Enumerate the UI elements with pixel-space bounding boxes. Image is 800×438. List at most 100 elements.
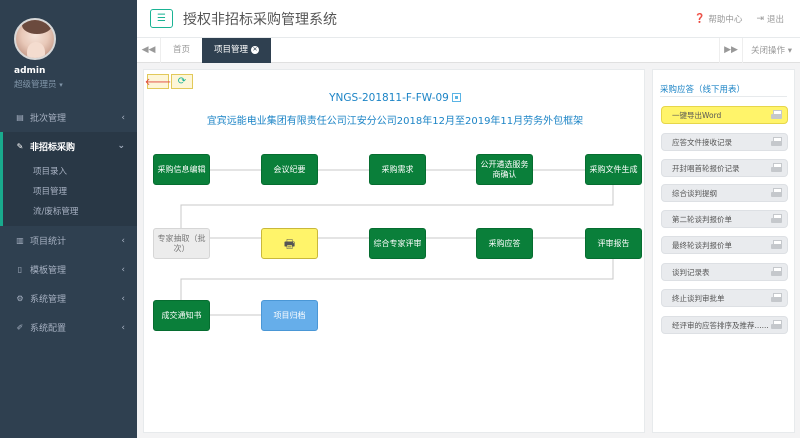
flow-node-expert-review[interactable]: 综合专家评审 — [369, 228, 426, 259]
item-label: 最终轮谈判报价单 — [672, 240, 732, 250]
sidebar-item-label: 模板管理 — [30, 266, 67, 276]
tabs-bar: ◀◀ 首页 项目管理 ✕ ▶▶ 关闭操作 ▾ — [137, 37, 800, 63]
sidebar-item-label: 系统配置 — [30, 324, 67, 334]
flow-node-vendor-confirm[interactable]: 公开遴选服务商确认 — [476, 154, 533, 185]
avatar[interactable] — [14, 18, 56, 60]
flow-node-print[interactable]: 🖶 — [261, 228, 318, 259]
flow-node-procurement-needs[interactable]: 采购需求 — [369, 154, 426, 185]
form-item[interactable]: 最终轮谈判报价单 — [661, 236, 788, 254]
sidebar-item-batch[interactable]: ▤ 批次管理 ‹ — [0, 103, 137, 132]
refresh-icon: ⟳ — [177, 76, 187, 87]
sidebar-subitem-bid-failure[interactable]: 流/废标管理 — [3, 202, 137, 222]
form-item[interactable]: 综合谈判提纲 — [661, 184, 788, 202]
sidebar-item-label: 批次管理 — [30, 114, 67, 124]
close-ops-label: 关闭操作 — [751, 46, 786, 56]
divider — [660, 96, 787, 97]
hamburger-icon: ☰ — [157, 13, 166, 24]
print-icon — [771, 320, 782, 330]
form-item[interactable]: 谈判记录表 — [661, 263, 788, 281]
wrench-icon: ✐ — [16, 323, 24, 332]
export-word-button[interactable]: 一键导出Word — [661, 106, 788, 124]
flow-node-doc-generate[interactable]: 采购文件生成 — [585, 154, 642, 185]
flow-node-procurement-info-edit[interactable]: 采购信息编辑 — [153, 154, 210, 185]
sidebar-item-non-tender[interactable]: ✎ 非招标采购 ⌄ — [0, 132, 137, 160]
form-item[interactable]: 终止谈判审批单 — [661, 289, 788, 307]
back-button[interactable]: 🡐 — [144, 74, 172, 89]
chevron-down-icon: ⌄ — [117, 141, 125, 151]
flow-panel: 🡐 ⟳ YNGS-201811-F-FW-09 宜宾远能电业集团有限责任公司江安… — [143, 69, 645, 433]
sidebar-subitem-project-entry[interactable]: 项目录入 — [3, 162, 137, 182]
response-forms-panel: 采购应答（线下用表） 一键导出Word 应答文件接收记录 开封唱首轮报价记录 综… — [652, 69, 795, 433]
sidebar-item-label: 项目统计 — [30, 237, 67, 247]
flow-node-review-report[interactable]: 评审报告 — [585, 228, 642, 259]
panel-title: 采购应答（线下用表） — [660, 85, 746, 95]
caret-down-icon: ▾ — [787, 46, 792, 56]
sidebar-nav: ▤ 批次管理 ‹ ✎ 非招标采购 ⌄ 项目录入 项目管理 流/废标管理 ▥ 项目… — [0, 103, 137, 342]
arrow-left-icon: 🡐 — [144, 76, 172, 88]
flow-node-procurement-response[interactable]: 采购应答 — [476, 228, 533, 259]
sidebar-item-system-manage[interactable]: ⚙ 系统管理 ‹ — [0, 284, 137, 313]
user-role-dropdown[interactable]: 超级管理员 ▾ — [14, 78, 137, 90]
tab-scroll-right-button[interactable]: ▶▶ — [719, 37, 743, 63]
print-icon — [771, 240, 782, 250]
logout-label: 退出 — [766, 14, 784, 25]
menu-toggle-button[interactable]: ☰ — [150, 9, 173, 28]
top-bar: ☰ 授权非招标采购管理系统 ❓ 帮助中心 ⇥ 退出 — [137, 0, 800, 38]
help-center-link[interactable]: ❓ 帮助中心 — [694, 13, 742, 25]
flow-node-meeting-minutes[interactable]: 会议纪要 — [261, 154, 318, 185]
printer-icon: 🖶 — [283, 236, 296, 251]
sidebar-item-statistics[interactable]: ▥ 项目统计 ‹ — [0, 226, 137, 255]
item-label: 开封唱首轮报价记录 — [672, 163, 740, 173]
item-label: 应答文件接收记录 — [672, 137, 732, 147]
flow-node-award-notice[interactable]: 成交通知书 — [153, 300, 210, 331]
bar-chart-icon: ▥ — [16, 236, 24, 245]
sidebar-item-label: 非招标采购 — [30, 142, 76, 153]
close-operations-dropdown[interactable]: 关闭操作 ▾ — [743, 44, 800, 56]
page-title: 授权非招标采购管理系统 — [183, 11, 337, 28]
print-icon — [771, 188, 782, 198]
chevron-left-icon: ‹ — [121, 264, 125, 275]
close-tab-icon[interactable]: ✕ — [251, 45, 260, 54]
sidebar: admin 超级管理员 ▾ ▤ 批次管理 ‹ ✎ 非招标采购 ⌄ 项目录入 项目… — [0, 0, 137, 438]
tab-home[interactable]: 首页 — [161, 38, 202, 63]
qrcode-icon[interactable] — [451, 93, 461, 102]
item-label: 第二轮谈判报价单 — [672, 214, 732, 224]
double-left-icon: ◀◀ — [141, 45, 156, 55]
form-item[interactable]: 开封唱首轮报价记录 — [661, 159, 788, 177]
form-item[interactable]: 应答文件接收记录 — [661, 133, 788, 151]
file-icon: ▯ — [17, 265, 23, 274]
tab-scroll-left-button[interactable]: ◀◀ — [137, 37, 161, 63]
gears-icon: ⚙ — [16, 294, 24, 303]
edit-icon: ✎ — [16, 141, 24, 151]
print-icon — [771, 110, 782, 120]
project-name: 宜宾远能电业集团有限责任公司江安分公司2018年12月至2019年11月劳务外包… — [206, 116, 584, 127]
sidebar-subitem-project-manage[interactable]: 项目管理 — [3, 182, 137, 202]
sidebar-item-system-config[interactable]: ✐ 系统配置 ‹ — [0, 313, 137, 342]
refresh-button[interactable]: ⟳ — [171, 74, 193, 89]
flow-node-expert-draw[interactable]: 专家抽取（批次） — [153, 228, 210, 259]
double-right-icon: ▶▶ — [724, 45, 738, 55]
question-icon: ❓ — [694, 13, 706, 24]
form-item[interactable]: 经评审的应答排序及推荐...... — [661, 316, 788, 334]
chevron-left-icon: ‹ — [121, 293, 125, 304]
chevron-left-icon: ‹ — [121, 112, 125, 123]
item-label: 终止谈判审批单 — [672, 293, 725, 303]
item-label: 一键导出Word — [672, 110, 722, 120]
sidebar-item-templates[interactable]: ▯ 模板管理 ‹ — [0, 255, 137, 284]
print-icon — [771, 293, 782, 303]
item-label: 经评审的应答排序及推荐...... — [672, 320, 769, 330]
form-item[interactable]: 第二轮谈判报价单 — [661, 210, 788, 228]
user-name: admin — [14, 66, 46, 76]
user-profile: admin 超级管理员 ▾ — [0, 0, 137, 103]
sidebar-submenu: 项目录入 项目管理 流/废标管理 — [0, 160, 137, 226]
item-label: 综合谈判提纲 — [672, 188, 717, 198]
item-label: 谈判记录表 — [672, 267, 710, 277]
logout-icon: ⇥ — [756, 13, 764, 24]
print-icon — [771, 267, 782, 277]
flow-node-project-archive[interactable]: 项目归档 — [261, 300, 318, 331]
tab-label: 项目管理 — [214, 44, 249, 55]
print-icon — [771, 214, 782, 224]
tab-project-manage[interactable]: 项目管理 ✕ — [202, 37, 272, 63]
chevron-left-icon: ‹ — [121, 235, 125, 246]
logout-link[interactable]: ⇥ 退出 — [756, 13, 784, 25]
